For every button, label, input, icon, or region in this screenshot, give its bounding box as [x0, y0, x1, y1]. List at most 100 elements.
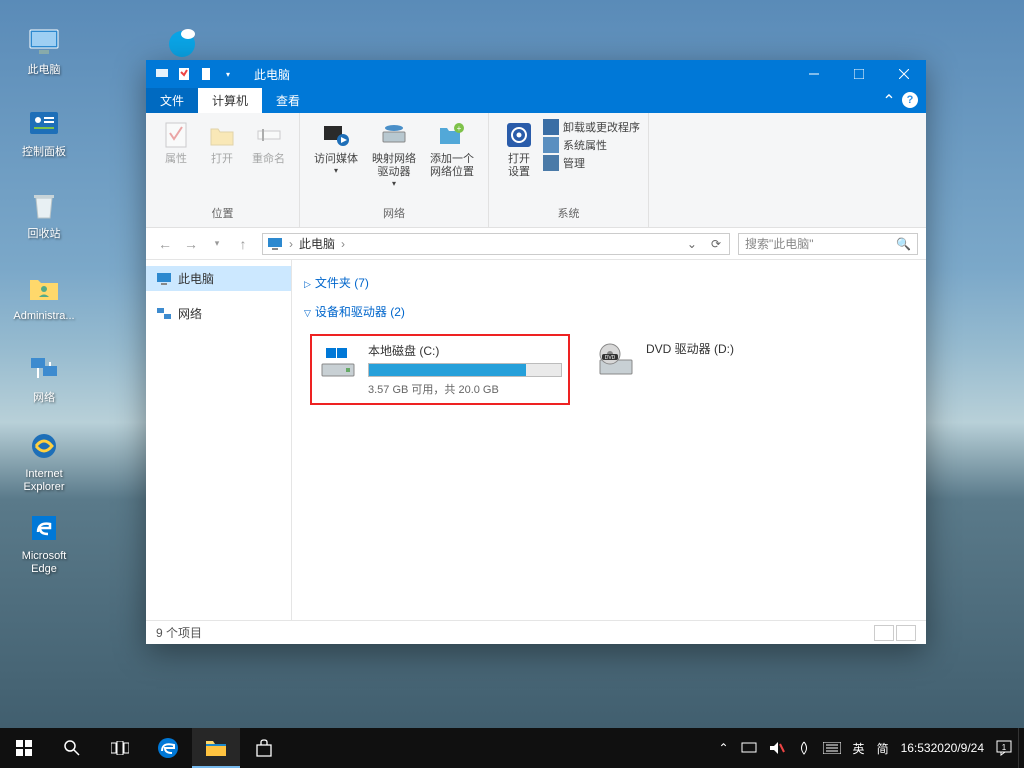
hard-disk-icon	[318, 342, 358, 382]
taskbar-task-view-button[interactable]	[96, 728, 144, 768]
help-icon[interactable]: ?	[902, 92, 918, 108]
ribbon-group-network: 访问媒体▾ 映射网络 驱动器▾ +添加一个 网络位置 网络	[300, 113, 489, 227]
group-devices-header[interactable]: ▽设备和驱动器 (2)	[304, 297, 914, 326]
titlebar[interactable]: ▾ 此电脑	[146, 60, 926, 88]
ribbon-group-system: 打开 设置 卸载或更改程序 系统属性 管理 系统	[489, 113, 649, 227]
tray-clock[interactable]: 16:532020/9/24	[895, 728, 990, 768]
system-tray: ⌃ 英 简 16:532020/9/24 1	[712, 728, 1024, 768]
qat-icon-monitor[interactable]	[154, 66, 170, 82]
tray-ime-lang[interactable]: 英	[847, 728, 871, 768]
close-button[interactable]	[881, 60, 926, 88]
tray-action-center-icon[interactable]: 1	[990, 728, 1018, 768]
chevron-right-icon[interactable]: ›	[341, 237, 345, 251]
show-desktop-button[interactable]	[1018, 728, 1024, 768]
search-icon: 🔍	[896, 237, 911, 251]
tray-keyboard-icon[interactable]	[817, 728, 847, 768]
ribbon-open-settings[interactable]: 打开 设置	[497, 117, 541, 181]
nav-forward-button[interactable]: →	[180, 233, 202, 255]
view-tiles-button[interactable]	[896, 625, 916, 641]
explorer-window: ▾ 此电脑 文件 计算机 查看 ⌃ ? 属性 打开 重命名	[146, 60, 926, 644]
minimize-button[interactable]	[791, 60, 836, 88]
ribbon: 属性 打开 重命名 位置 访问媒体▾ 映射网络 驱动器▾ +添加一个 网络位置 …	[146, 113, 926, 228]
drive-c-detail: 3.57 GB 可用，共 20.0 GB	[368, 381, 562, 397]
chevron-right-icon[interactable]: ›	[289, 237, 293, 251]
manage-icon	[543, 155, 559, 171]
qat-icon-doc[interactable]	[198, 66, 214, 82]
ribbon-uninstall[interactable]: 卸载或更改程序	[543, 119, 640, 135]
monitor-icon	[267, 237, 283, 251]
window-title: 此电脑	[244, 66, 791, 83]
desktop-icon-this-pc[interactable]: 此电脑	[10, 10, 78, 90]
desktop-icon-ie[interactable]: Internet Explorer	[10, 420, 78, 500]
breadcrumb-root[interactable]: 此电脑	[299, 235, 335, 252]
drive-c-name: 本地磁盘 (C:)	[368, 342, 562, 359]
nav-recent-dropdown[interactable]: ▾	[206, 233, 228, 255]
chevron-down-icon: ▽	[304, 308, 311, 319]
drive-c[interactable]: 本地磁盘 (C:) 3.57 GB 可用，共 20.0 GB	[310, 334, 570, 405]
nav-network[interactable]: 网络	[146, 301, 291, 326]
tray-ime-tool-icon[interactable]	[791, 728, 817, 768]
ribbon-access-media[interactable]: 访问媒体▾	[308, 117, 364, 177]
search-input[interactable]: 搜索"此电脑" 🔍	[738, 233, 918, 255]
desktop-icon-control-panel[interactable]: 控制面板	[10, 92, 78, 172]
ribbon-group-location: 属性 打开 重命名 位置	[146, 113, 300, 227]
ribbon-open[interactable]: 打开	[200, 117, 244, 168]
refresh-icon[interactable]: ⟳	[707, 237, 725, 251]
ribbon-collapse-icon[interactable]: ⌃	[876, 88, 902, 113]
qat-dropdown-icon[interactable]: ▾	[220, 66, 236, 82]
svg-text:+: +	[457, 124, 462, 133]
ribbon-manage[interactable]: 管理	[543, 155, 640, 171]
ribbon-properties[interactable]: 属性	[154, 117, 198, 168]
view-details-button[interactable]	[874, 625, 894, 641]
qat-icon-props[interactable]	[176, 66, 192, 82]
desktop-icon-edge[interactable]: Microsoft Edge	[10, 502, 78, 582]
tray-network-icon[interactable]	[735, 728, 763, 768]
ribbon-tabs: 文件 计算机 查看 ⌃ ?	[146, 88, 926, 113]
drive-c-usage-bar	[368, 363, 562, 377]
nav-this-pc[interactable]: 此电脑	[146, 266, 291, 291]
sysprops-icon	[543, 137, 559, 153]
desktop-icons: 此电脑 控制面板 回收站 Administra... 网络 Internet E…	[10, 10, 78, 710]
status-bar: 9 个项目	[146, 620, 926, 644]
ribbon-system-properties[interactable]: 系统属性	[543, 137, 640, 153]
address-bar[interactable]: › 此电脑 › ⌄ ⟳	[262, 233, 730, 255]
desktop: 此电脑 控制面板 回收站 Administra... 网络 Internet E…	[0, 0, 1024, 768]
nav-back-button[interactable]: ←	[154, 233, 176, 255]
desktop-icon-user-folder[interactable]: Administra...	[10, 256, 78, 336]
desktop-icon-network[interactable]: 网络	[10, 338, 78, 418]
tray-volume-icon[interactable]	[763, 728, 791, 768]
nav-up-button[interactable]: ↑	[232, 233, 254, 255]
content-pane: ▷文件夹 (7) ▽设备和驱动器 (2) 本地磁盘 (C:) 3.57 GB 可…	[292, 260, 926, 620]
network-icon	[156, 306, 172, 322]
status-item-count: 9 个项目	[156, 624, 202, 641]
address-dropdown-icon[interactable]: ⌄	[683, 237, 701, 251]
start-button[interactable]	[0, 728, 48, 768]
taskbar-explorer[interactable]	[192, 728, 240, 768]
taskbar-edge[interactable]	[144, 728, 192, 768]
drive-d-name: DVD 驱动器 (D:)	[646, 340, 844, 357]
taskbar-store[interactable]	[240, 728, 288, 768]
quick-access-toolbar: ▾	[146, 66, 244, 82]
group-folders-header[interactable]: ▷文件夹 (7)	[304, 268, 914, 297]
monitor-icon	[156, 271, 172, 287]
tab-file[interactable]: 文件	[146, 88, 198, 113]
navigation-pane: 此电脑 网络	[146, 260, 292, 620]
maximize-button[interactable]	[836, 60, 881, 88]
dvd-drive-icon: DVD	[596, 340, 636, 380]
tab-computer[interactable]: 计算机	[198, 88, 262, 113]
tray-overflow-icon[interactable]: ⌃	[712, 728, 734, 768]
tab-view[interactable]: 查看	[262, 88, 314, 113]
chevron-right-icon: ▷	[304, 279, 311, 290]
ribbon-rename[interactable]: 重命名	[246, 117, 291, 168]
ribbon-map-drive[interactable]: 映射网络 驱动器▾	[366, 117, 422, 190]
programs-icon	[543, 119, 559, 135]
address-bar-row: ← → ▾ ↑ › 此电脑 › ⌄ ⟳ 搜索"此电脑" 🔍	[146, 228, 926, 260]
tray-ime-mode[interactable]: 简	[871, 728, 895, 768]
taskbar: ⌃ 英 简 16:532020/9/24 1	[0, 728, 1024, 768]
drive-d[interactable]: DVD DVD 驱动器 (D:)	[590, 334, 850, 405]
svg-text:DVD: DVD	[605, 355, 616, 361]
svg-text:1: 1	[1002, 743, 1007, 752]
taskbar-search-button[interactable]	[48, 728, 96, 768]
desktop-icon-recycle-bin[interactable]: 回收站	[10, 174, 78, 254]
ribbon-add-network-location[interactable]: +添加一个 网络位置	[424, 117, 480, 181]
